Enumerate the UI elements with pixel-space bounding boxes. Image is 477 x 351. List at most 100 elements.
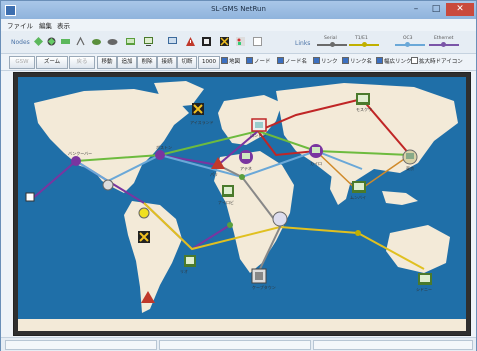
cross-node-icon[interactable] [219,36,230,47]
checkbox-zoom-icon-box[interactable] [411,57,418,64]
link-type-oc3[interactable] [395,44,425,46]
checkbox-node-name-box[interactable] [277,57,284,64]
delete-button[interactable]: 削除 [137,56,157,69]
capetown-label: ケープタウン [252,284,276,290]
checkbox-link-box[interactable] [313,57,320,64]
world-map[interactable]: アイスランド ロンドン モスクワ パリ アテネ カイロ ナイロビ 東京 シドニー… [14,73,470,335]
links-label: Links [295,40,311,47]
link-type-label-t1: T1/E1 [355,36,368,41]
workstation-node-icon[interactable] [107,36,118,47]
monitor-node-icon[interactable] [143,36,154,47]
cloud-node-icon[interactable] [91,36,102,47]
checkbox-zoom-icon-label: 拡大時ドアイコン [419,59,463,65]
moscow-label: モスクワ [356,106,372,112]
link-type-ethernet-handle[interactable] [441,42,446,47]
move-button[interactable]: 移動 [97,56,117,69]
green-diamond-node-icon[interactable] [33,36,44,47]
title-bar[interactable]: SL-GMS NetRun – □ ✕ [1,1,476,19]
checkbox-map-box[interactable] [221,57,228,64]
link-type-serial-handle[interactable] [330,42,335,47]
app-window: SL-GMS NetRun – □ ✕ ファイル 編集 表示 Nodes Lin… [0,0,477,351]
checkbox-node-box[interactable] [246,57,253,64]
africa-junction-node[interactable] [227,222,233,228]
checkbox-zoom-icon[interactable]: 拡大時ドアイコン [411,57,463,67]
cairo-label: カイロ [310,161,322,166]
caribbean-router-node[interactable] [138,207,150,219]
router-node-icon[interactable] [46,36,57,47]
minimize-button[interactable]: – [406,3,426,16]
menu-file[interactable]: ファイル [7,20,33,30]
status-bar [1,337,476,351]
mumbai-node[interactable]: ムンバイ [350,181,366,200]
menu-view[interactable]: 表示 [57,20,70,30]
checkbox-link-name[interactable]: リンク名 [342,57,372,67]
athens-label: アテネ [240,165,252,171]
vancouver-label: バンクーバー [68,150,92,156]
mideast-junction-node[interactable] [239,174,245,180]
warning-node-icon[interactable] [185,36,196,47]
checkbox-link-name-box[interactable] [342,57,349,64]
menu-bar: ファイル 編集 表示 [1,19,476,31]
network-map-view[interactable]: アイスランド ロンドン モスクワ パリ アテネ カイロ ナイロビ 東京 シドニー… [13,72,471,336]
disconnect-button[interactable]: 切断 [177,56,197,69]
person-node-icon[interactable] [235,36,246,47]
sydney-label: シドニー [416,287,432,292]
blank-node-icon[interactable] [252,36,263,47]
server-node-icon[interactable] [125,36,136,47]
west-device-node[interactable] [25,192,35,202]
nodes-label: Nodes [11,39,30,46]
africa-hub-node[interactable] [272,211,288,227]
tokyo-label: 東京 [406,165,414,171]
value-1000-button[interactable]: 1000 [198,56,220,69]
menu-edit[interactable]: 編集 [39,20,52,30]
atlantic-cloud-node[interactable] [102,179,114,191]
antarctica-landmass [18,319,466,331]
mumbai-label: ムンバイ [350,195,366,200]
status-segment-1 [5,340,157,350]
checkbox-node-name-label: ノード名 [285,59,308,65]
status-segment-3 [313,340,473,350]
london-label: ロンドン [250,133,266,138]
checkbox-node-label: ノード [254,59,271,65]
checkbox-node[interactable]: ノード [246,57,271,67]
checkbox-wide-link[interactable]: 幅広リンク [376,57,412,67]
maximize-button[interactable]: □ [426,3,446,16]
add-button[interactable]: 追加 [117,56,137,69]
status-segment-2 [159,340,311,350]
london-node[interactable]: ロンドン [250,118,267,138]
box-node-icon[interactable] [201,36,212,47]
checkbox-link[interactable]: リンク [313,57,338,67]
checkbox-map-label: 地図 [229,59,241,65]
rio-label: リオ [180,269,188,274]
checkbox-wide-link-box[interactable] [376,57,383,64]
zoom-button[interactable]: ズーム [36,56,68,69]
switch-node-icon[interactable] [60,36,71,47]
gsw-button[interactable]: GSW [9,56,35,69]
checkbox-wide-link-label: 幅広リンク [384,59,412,65]
back-button[interactable]: 戻る [69,56,95,69]
link-type-label-serial: Serial [324,36,337,41]
node-link-toolbar: Nodes Links Serial T1/E1 OC3 Ethernet [1,31,476,54]
indian-ocean-junction-node[interactable] [355,230,361,236]
checkbox-node-name[interactable]: ノード名 [277,57,307,67]
close-button[interactable]: ✕ [446,3,474,16]
checkbox-link-name-label: リンク名 [350,59,373,65]
moscow-node[interactable]: モスクワ [356,93,372,112]
paris-label: パリ [210,172,218,177]
connect-button[interactable]: 接続 [157,56,177,69]
display-node-icon[interactable] [167,36,178,47]
athens-node[interactable]: アテネ [239,150,253,171]
checkbox-link-label: リンク [321,59,338,65]
action-toolbar: GSW ズーム 戻る 移動 追加 削除 接続 切断 1000 地図 ノード ノー… [1,54,476,71]
window-title: SL-GMS NetRun [211,5,266,13]
link-type-t1-handle[interactable] [362,42,367,47]
sydney-node[interactable]: シドニー [416,273,432,292]
boston-label: ボストン [156,144,172,150]
cairo-node[interactable]: カイロ [309,144,323,166]
checkbox-map[interactable]: 地図 [221,57,240,67]
nairobi-label: ナイロビ [218,199,234,205]
antenna-node-icon[interactable] [75,36,86,47]
latin-america-cross-node[interactable] [138,231,150,243]
link-type-oc3-handle[interactable] [405,42,410,47]
iceland-label: アイスランド [190,119,214,125]
